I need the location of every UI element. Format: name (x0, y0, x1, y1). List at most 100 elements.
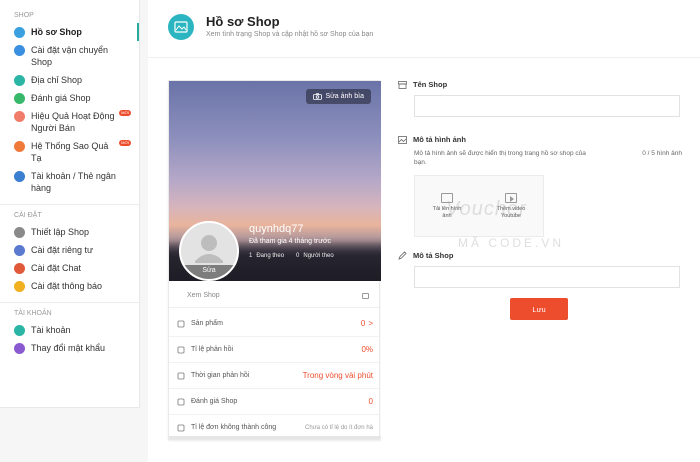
shop-profile-card: Sửa ảnh bìa quynhdq77 Đã tham gia 4 thán… (168, 80, 381, 441)
stat-label: Sản phẩm (191, 320, 223, 327)
clipboard-icon (177, 424, 185, 432)
sidebar-section-account: TÀI KHOẢN (14, 310, 52, 317)
sidebar-item-label: Tài khoản / Thẻ ngân hàng (31, 171, 116, 193)
sidebar-section-shop: SHOP (14, 12, 34, 19)
profile-card-icon (168, 14, 194, 40)
description-field-label: Mô tả Shop (398, 251, 688, 260)
sidebar-item-key[interactable]: Thay đổi mật khẩu (0, 339, 139, 357)
gear-icon (14, 227, 25, 238)
card-scrollbar[interactable] (169, 436, 381, 439)
sidebar-item-gear[interactable]: Thiết lập Shop (0, 223, 139, 241)
box-icon (177, 320, 185, 328)
follow-stats: 1 Đang theo 0 Người theo (249, 253, 334, 259)
stat-value: 0% (361, 345, 373, 354)
avatar[interactable]: Sửa (179, 221, 239, 281)
shop-name: quynhdq77 (249, 223, 304, 235)
star-outline-icon (177, 398, 185, 406)
sidebar-divider (0, 302, 139, 303)
stat-label: Tỉ lệ phản hồi (191, 346, 234, 353)
truck-icon (14, 45, 25, 56)
shop-description-input[interactable] (414, 266, 680, 288)
sidebar-item-truck[interactable]: Cài đặt vận chuyển Shop (0, 41, 139, 71)
lock-icon (14, 245, 25, 256)
chat-icon (14, 263, 25, 274)
edit-cover-button[interactable]: Sửa ảnh bìa (306, 89, 371, 104)
view-shop-label: Xem Shop (187, 292, 220, 299)
following-label: Đang theo (256, 253, 285, 259)
new-badge: MỚI (119, 140, 131, 146)
sidebar-item-label: Thiết lập Shop (31, 227, 90, 237)
stat-value: 0 (368, 397, 373, 406)
stat-row: Thời gian phản hồi Trong vòng vài phút (169, 363, 381, 389)
image-desc-help-row: Mô tả hình ảnh sẽ được hiển thị trong tr… (414, 149, 682, 167)
chat-bubble-icon (177, 346, 185, 354)
save-button[interactable]: Lưu (510, 298, 568, 320)
main-panel: Hồ sơ Shop Xem tình trạng Shop và cập nh… (148, 0, 700, 462)
stat-value: Chưa có tỉ lệ do ít đơn hà (305, 424, 373, 431)
sidebar-item-label: Hiệu Quả Hoạt Động Người Bán (31, 111, 115, 133)
page-title: Hồ sơ Shop (206, 14, 280, 29)
profile-icon (14, 27, 25, 38)
sidebar-item-performance[interactable]: Hiệu Quả Hoạt Động Người Bán MỚI (0, 107, 139, 137)
followers-label: Người theo (303, 253, 334, 259)
page-subtitle: Xem tình trạng Shop và cập nhật hồ sơ Sh… (206, 31, 374, 38)
sidebar-item-label: Thay đổi mật khẩu (31, 343, 106, 353)
store-icon (398, 80, 407, 89)
sidebar-item-location[interactable]: Địa chỉ Shop (0, 71, 139, 89)
new-badge: MỚI (119, 110, 131, 116)
sidebar-item-label: Địa chỉ Shop (31, 75, 83, 85)
sidebar-item-lock[interactable]: Cài đặt riêng tư (0, 241, 139, 259)
clock-icon (177, 372, 185, 380)
sidebar-item-profile[interactable]: Hồ sơ Shop (0, 23, 139, 41)
sidebar-item-label: Hệ Thống Sao Quả Tạ (31, 141, 109, 163)
stat-label: Tỉ lệ đơn không thành công (191, 424, 277, 431)
sidebar-item-label: Hồ sơ Shop (31, 27, 82, 37)
stat-label: Thời gian phản hồi (191, 372, 250, 379)
stat-row: Đánh giá Shop 0 (169, 389, 381, 415)
sidebar-item-label: Cài đặt Chat (31, 263, 82, 273)
sidebar-item-chat[interactable]: Cài đặt Chat (0, 259, 139, 277)
camera-icon (313, 93, 323, 100)
sidebar-item-label: Tài khoản (31, 325, 71, 335)
sidebar-item-star[interactable]: Đánh giá Shop (0, 89, 139, 107)
shop-profile-form: Tên Shop Mô tả hình ảnh Mô tả hình ảnh s… (398, 80, 688, 320)
key-icon (14, 343, 25, 354)
stat-value: Trong vòng vài phút (302, 371, 373, 380)
account-icon (14, 325, 25, 336)
sidebar-item-label: Cài đặt vận chuyển Shop (31, 45, 109, 67)
image-icon (398, 135, 407, 144)
shop-name-field-label: Tên Shop (398, 80, 688, 89)
view-shop-link[interactable]: Xem Shop (169, 286, 381, 308)
sidebar-item-label: Đánh giá Shop (31, 93, 91, 103)
image-count: 0 / 5 hình ảnh (642, 150, 682, 157)
shop-name-input[interactable] (414, 95, 680, 117)
monitor-icon (362, 293, 369, 299)
page-header: Hồ sơ Shop Xem tình trạng Shop và cập nh… (148, 0, 700, 58)
followers-count: 0 (296, 253, 300, 259)
sidebar-divider (0, 204, 139, 205)
image-desc-field-label: Mô tả hình ảnh (398, 135, 688, 144)
sidebar-item-bell[interactable]: Cài đặt thông báo (0, 277, 139, 295)
shop-stats-list: Sản phẩm 0 > Tỉ lệ phản hồi 0% Thời gian phản… (169, 311, 381, 441)
stat-value: 0 (360, 319, 366, 328)
bank-card-icon (14, 171, 25, 182)
star-icon (14, 93, 25, 104)
pen-icon (398, 251, 407, 260)
stat-row: Tỉ lệ phản hồi 0% (169, 337, 381, 363)
sidebar-item-label: Cài đặt riêng tư (31, 245, 94, 255)
performance-icon (14, 111, 25, 122)
sidebar-item-label: Cài đặt thông báo (31, 281, 103, 291)
sidebar-item-lightning[interactable]: Hệ Thống Sao Quả Tạ MỚI (0, 137, 139, 167)
edit-cover-label: Sửa ảnh bìa (325, 93, 364, 100)
avatar-edit-button[interactable]: Sửa (181, 265, 237, 279)
stat-row[interactable]: Sản phẩm 0 > (169, 311, 381, 337)
sidebar-item-account[interactable]: Tài khoản (0, 321, 139, 339)
watermark-subtext: MÃ CODE.VN (458, 236, 565, 250)
bell-icon (14, 281, 25, 292)
watermark-text: Voucher (446, 198, 527, 220)
sidebar-section-settings: CÀI ĐẶT (14, 212, 42, 219)
sidebar: SHOP Hồ sơ Shop Cài đặt vận chuyển Shop Đị… (0, 0, 140, 408)
chevron-right-icon: > (368, 319, 373, 328)
sidebar-item-bank-card[interactable]: Tài khoản / Thẻ ngân hàng (0, 167, 139, 197)
following-count: 1 (249, 253, 253, 259)
